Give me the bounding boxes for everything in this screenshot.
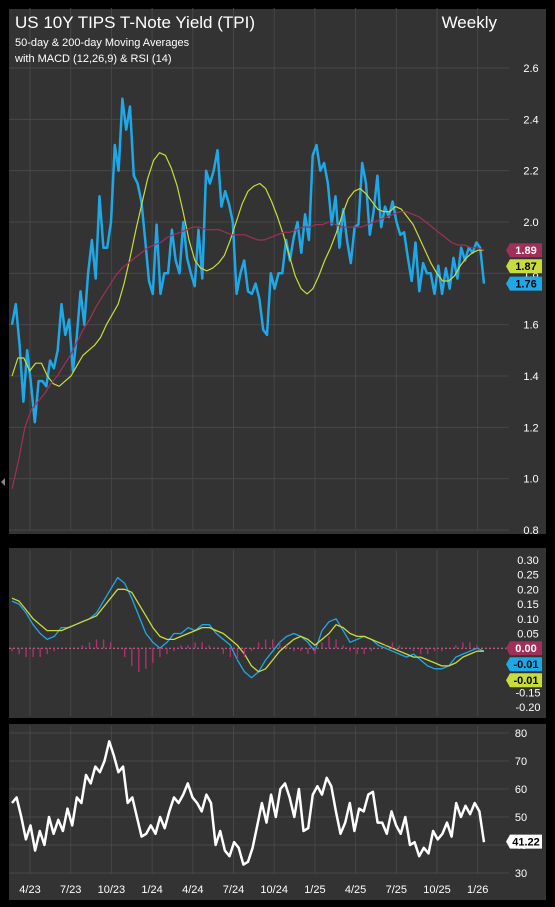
- y-tick-label: 1.6: [523, 320, 538, 332]
- y-tick-label: 0.20: [517, 584, 538, 596]
- macd-panel: [9, 548, 509, 718]
- y-tick-label: 50: [515, 812, 527, 824]
- y-tick-label: 1.0: [523, 474, 538, 486]
- chart-figure: 4/23 7/23 10/23 1/24 4/24 7/24 10/24 1/25 4/25 7/…: [0, 0, 555, 907]
- price-panel: [9, 9, 509, 534]
- x-tick-label: 1/25: [304, 884, 325, 896]
- x-tick-label: 10/24: [260, 884, 288, 896]
- period-label: Weekly: [442, 13, 498, 32]
- chart-title: US 10Y TIPS T-Note Yield (TPI): [15, 13, 255, 32]
- x-tick-label: 1/24: [141, 884, 162, 896]
- y-tick-label: 0.10: [517, 614, 538, 626]
- last-value-text: 1.89: [515, 245, 536, 257]
- x-tick-label: 7/24: [223, 884, 244, 896]
- last-value-label: -0.01: [506, 657, 542, 672]
- y-tick-label: 2.4: [523, 114, 538, 126]
- x-tick-label: 10/23: [98, 884, 126, 896]
- y-tick-label: 2.2: [523, 166, 538, 178]
- y-tick-label: 80: [515, 728, 527, 740]
- y-tick-label: -0.20: [515, 702, 540, 714]
- y-tick-label: 30: [515, 868, 527, 880]
- y-tick-label: 0.30: [517, 555, 538, 567]
- last-value-label: 1.87: [506, 259, 542, 274]
- y-tick-label: 0.15: [517, 599, 538, 611]
- y-tick-label: 0.8: [523, 525, 538, 537]
- last-value-label: -0.01: [506, 673, 542, 688]
- x-tick-label: 7/25: [386, 884, 407, 896]
- chart-subtitle-2: with MACD (12,26,9) & RSI (14): [14, 53, 172, 65]
- y-tick-label: 1.4: [523, 371, 538, 383]
- y-tick-label: 0.25: [517, 570, 538, 582]
- x-tick-label: 4/24: [182, 884, 203, 896]
- last-value-text: -0.01: [513, 675, 538, 687]
- x-tick-label: 1/26: [467, 884, 488, 896]
- y-tick-label: 1.2: [523, 422, 538, 434]
- y-tick-label: 70: [515, 756, 527, 768]
- y-tick-label: 2.0: [523, 217, 538, 229]
- y-tick-label: 60: [515, 784, 527, 796]
- last-value-label: 41.22: [506, 834, 542, 849]
- x-tick-label: 7/23: [60, 884, 81, 896]
- x-tick-label: 4/25: [345, 884, 366, 896]
- x-tick-label: 4/23: [19, 884, 40, 896]
- last-value-label: 0.00: [506, 641, 542, 656]
- y-tick-label: 0.05: [517, 629, 538, 641]
- y-tick-label: 2.6: [523, 63, 538, 75]
- last-value-text: 0.00: [515, 643, 536, 655]
- last-value-text: 41.22: [512, 837, 540, 849]
- last-value-label: 1.89: [506, 243, 542, 258]
- rsi-panel: [9, 724, 509, 874]
- last-value-text: -0.01: [513, 659, 538, 671]
- last-value-text: 1.76: [515, 279, 536, 291]
- chart-subtitle-1: 50-day & 200-day Moving Averages: [15, 37, 190, 49]
- last-value-text: 1.87: [515, 261, 536, 273]
- y-tick-label: -0.15: [515, 687, 540, 699]
- x-tick-label: 10/25: [423, 884, 451, 896]
- last-value-label: 1.76: [506, 276, 542, 291]
